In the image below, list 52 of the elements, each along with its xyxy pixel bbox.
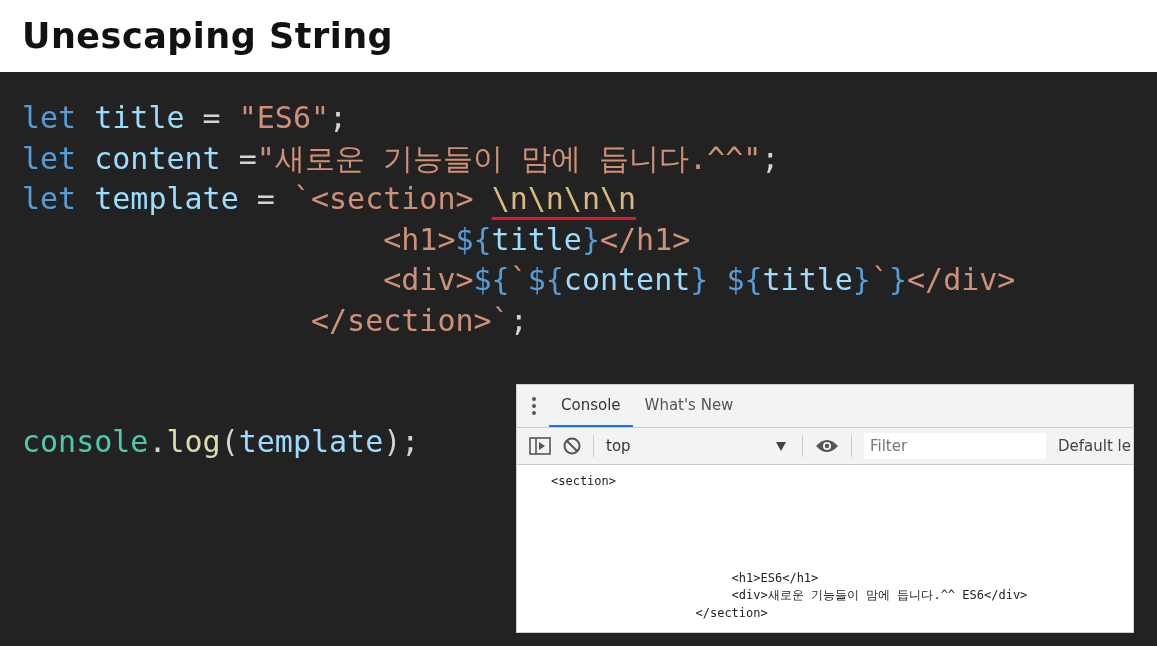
code-token: "새로운 기능들이 맘에 듭니다.^^" <box>256 139 762 178</box>
code-token: } <box>581 220 600 259</box>
code-token: ${ <box>527 261 564 299</box>
code-token: = <box>237 139 257 178</box>
code-token: = <box>255 180 276 218</box>
code-token: let <box>22 180 77 218</box>
code-token: \n\n\n\n <box>491 180 637 218</box>
code-token: content <box>563 261 691 299</box>
code-token: ); <box>383 423 420 461</box>
code-token: ; <box>509 301 528 340</box>
levels-dropdown[interactable]: Default le <box>1058 437 1131 455</box>
code-token: } <box>690 261 709 299</box>
console-output: <section> <box>550 473 618 490</box>
clear-icon[interactable] <box>563 437 581 455</box>
code-token: ` <box>870 261 889 299</box>
code-token: title <box>491 220 582 259</box>
code-token: ( <box>220 423 239 461</box>
dropdown-caret-icon <box>776 441 786 451</box>
filter-field[interactable]: Filter <box>864 433 1046 459</box>
code-token: ${ <box>725 261 763 299</box>
code-token: template <box>238 423 384 461</box>
code-token: let <box>22 99 77 137</box>
code-token: template <box>93 180 239 218</box>
code-token: title <box>762 261 853 299</box>
context-select[interactable]: top <box>606 437 790 455</box>
code-token: </div> <box>907 261 1016 299</box>
code-token: } <box>852 261 871 299</box>
code-token: } <box>889 261 908 299</box>
console-output: <h1>ES6</h1> <div>새로운 기능들이 맘에 듭니다.^^ ES6</div> </section> <box>694 570 1029 622</box>
code-token: . <box>148 423 167 461</box>
code-token: <h1> <box>382 220 456 259</box>
code-token: let <box>22 139 77 178</box>
code-token: </h1> <box>600 220 691 259</box>
code-token: content <box>93 139 221 178</box>
code-token: ; <box>329 99 348 137</box>
console-tab[interactable]: What's New <box>632 385 746 427</box>
code-token: `<section> <box>292 180 475 218</box>
code-token: ` <box>509 261 528 299</box>
code-token: console <box>22 423 149 461</box>
sidebar-icon[interactable] <box>529 437 551 455</box>
code-token: </section>` <box>310 301 510 340</box>
code-token: "ES6" <box>238 99 330 137</box>
code-token: title <box>93 99 185 137</box>
eye-icon[interactable] <box>815 438 839 454</box>
code-token: ; <box>761 139 780 178</box>
code-token: log <box>166 423 221 461</box>
code-token: ${ <box>455 220 492 259</box>
slide-title: Unescaping String <box>22 16 394 56</box>
code-token: <div> <box>382 261 474 299</box>
code-token: ${ <box>473 261 510 299</box>
code-token: = <box>201 99 222 137</box>
more-icon[interactable] <box>531 396 537 416</box>
